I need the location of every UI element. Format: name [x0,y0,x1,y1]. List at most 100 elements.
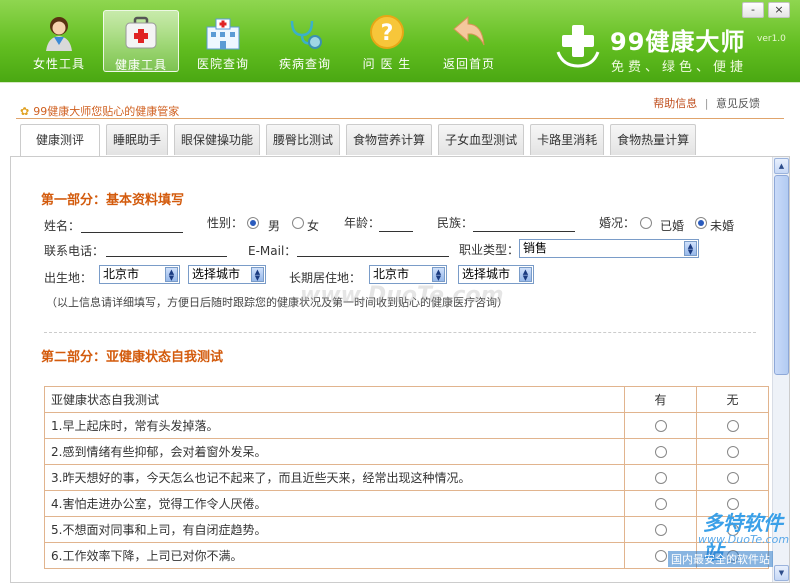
male-radio[interactable] [247,217,259,229]
nav-label: 疾病查询 [278,57,331,71]
chevron-down-icon: ▲ ▼ [684,241,697,256]
tagline-text: 99健康大师您贴心的健康管家 [33,105,180,118]
yes-radio[interactable] [654,472,667,484]
unmarried-radio[interactable] [695,217,707,229]
table-row: 4.害怕走进办公室，觉得工作令人厌倦。 [44,490,769,517]
residence-province-select[interactable]: 北京市 ▲ ▼ [369,265,447,284]
tab-waist-hip-ratio[interactable]: 腰臀比测试 [266,124,341,155]
table-row: 5.不想面对同事和上司，有自闭症趋势。 [44,516,769,543]
question-text: 1.早上起床时，常有头发掉落。 [44,412,625,439]
question-text: 2.感到情绪有些抑郁，会对着窗外发呆。 [44,438,625,465]
main-nav: 女性工具 健康工具 医院查询 疾病查询 ? 问 医 生 返回首页 [18,10,510,72]
nav-label: 问 医 生 [362,57,412,71]
yes-radio[interactable] [654,420,667,432]
scroll-up-icon[interactable]: ▲ [774,158,789,174]
leaf-icon: ✿ [20,105,30,118]
nav-label: 返回首页 [442,57,495,71]
nav-item-ask-doctor[interactable]: ? 问 医 生 [346,10,428,72]
birth-city-select[interactable]: 选择城市 ▲ ▼ [188,265,266,284]
male-label: 男 [268,219,281,233]
table-row: 1.早上起床时，常有头发掉落。 [44,412,769,439]
chevron-down-icon: ▲ ▼ [165,267,178,282]
no-radio[interactable] [726,472,739,484]
tab-calorie-burn[interactable]: 卡路里消耗 [530,124,605,155]
birthplace-label: 出生地： [44,271,93,285]
yes-radio[interactable] [654,524,667,536]
marital-label: 婚况： [599,216,636,230]
table-row: 3.昨天想好的事，今天怎么也记不起来了，而且近些天来，经常出现这种情况。 [44,464,769,491]
question-text: 5.不想面对同事和上司，有自闭症趋势。 [44,516,625,543]
watermark-text: www.DuoTe.com [300,283,504,308]
no-cell [696,438,769,465]
job-select[interactable]: 销售 ▲ ▼ [519,239,699,258]
married-label: 已婚 [660,219,685,233]
brand-slogan: 免费、绿色、便捷 [611,60,748,75]
nav-item-women-tools[interactable]: 女性工具 [18,10,100,72]
nav-item-home[interactable]: 返回首页 [428,10,510,72]
yes-radio[interactable] [654,550,667,562]
question-text: 6.工作效率下降，上司已对你不满。 [44,542,625,569]
age-label: 年龄： [344,216,381,230]
birth-city-value: 选择城市 [192,267,241,281]
residence-city-value: 选择城市 [462,267,511,281]
brand-title: 99健康大师 [610,28,746,56]
tab-blood-type[interactable]: 子女血型测试 [438,124,525,155]
yes-radio[interactable] [654,446,667,458]
watermark-logo: 多特软件站 www.DuoTe.com 国内最安全的软件站 [668,503,798,578]
nav-item-health-tools[interactable]: 健康工具 [103,10,179,72]
scroll-thumb[interactable] [774,175,789,375]
birth-province-select[interactable]: 北京市 ▲ ▼ [99,265,180,284]
age-field[interactable] [379,231,413,232]
residence-city-select[interactable]: 选择城市 ▲ ▼ [458,265,534,284]
chevron-down-icon: ▲ ▼ [519,267,532,282]
section-title-basic-info: 第一部分：基本资料填写 [41,193,185,208]
separator [16,118,784,119]
phone-label: 联系电话： [44,244,105,258]
top-links: 帮助信息 | 意见反馈 [653,95,760,111]
table-row: 6.工作效率下降，上司已对你不满。 [44,542,769,569]
nav-item-disease-search[interactable]: 疾病查询 [264,10,346,72]
tab-bar: 健康测评 睡眠助手 眼保健操功能 腰臀比测试 食物营养计算 子女血型测试 卡路里… [20,124,702,156]
ethnicity-label: 民族： [437,216,474,230]
birth-province-value: 北京市 [103,267,140,281]
question-icon: ? [370,15,404,49]
hospital-icon [206,18,240,50]
female-label: 女 [307,219,320,233]
app-header: 女性工具 健康工具 医院查询 疾病查询 ? 问 医 生 返回首页 99健康大师 … [0,0,800,82]
name-field[interactable] [81,232,183,233]
tab-food-calorie[interactable]: 食物热量计算 [610,124,697,155]
chevron-down-icon: ▲ ▼ [251,267,264,282]
link-divider: | [704,97,709,110]
close-button[interactable]: × [768,2,790,18]
header-no: 无 [696,386,769,413]
yes-cell [624,438,697,465]
email-label: E-Mail： [248,244,297,258]
residence-province-value: 北京市 [373,267,410,281]
header-yes: 有 [624,386,697,413]
watermark-logo-url: www.DuoTe.com [698,533,790,546]
yes-radio[interactable] [654,498,667,510]
married-radio[interactable] [640,217,652,229]
ethnicity-field[interactable] [473,231,575,232]
female-radio[interactable] [292,217,304,229]
gender-label: 性别： [207,216,244,230]
job-select-value: 销售 [523,241,548,255]
nav-item-hospital-search[interactable]: 医院查询 [182,10,264,72]
unmarried-label: 未婚 [710,219,735,233]
table-row: 2.感到情绪有些抑郁，会对着窗外发呆。 [44,438,769,465]
tab-sleep-assistant[interactable]: 睡眠助手 [106,124,169,155]
name-label: 姓名： [44,219,81,233]
watermark-logo-slogan: 国内最安全的软件站 [668,551,773,567]
health-cross-icon [556,25,600,68]
yes-cell [624,464,697,491]
feedback-link[interactable]: 意见反馈 [716,97,760,110]
email-field[interactable] [297,256,449,257]
tab-health-assessment[interactable]: 健康测评 [20,124,100,156]
minimize-button[interactable]: - [742,2,764,18]
no-radio[interactable] [726,446,739,458]
no-radio[interactable] [726,420,739,432]
phone-field[interactable] [106,256,227,257]
tab-eye-exercise[interactable]: 眼保健操功能 [174,124,261,155]
tab-food-nutrition[interactable]: 食物营养计算 [346,124,433,155]
help-link[interactable]: 帮助信息 [653,97,697,110]
